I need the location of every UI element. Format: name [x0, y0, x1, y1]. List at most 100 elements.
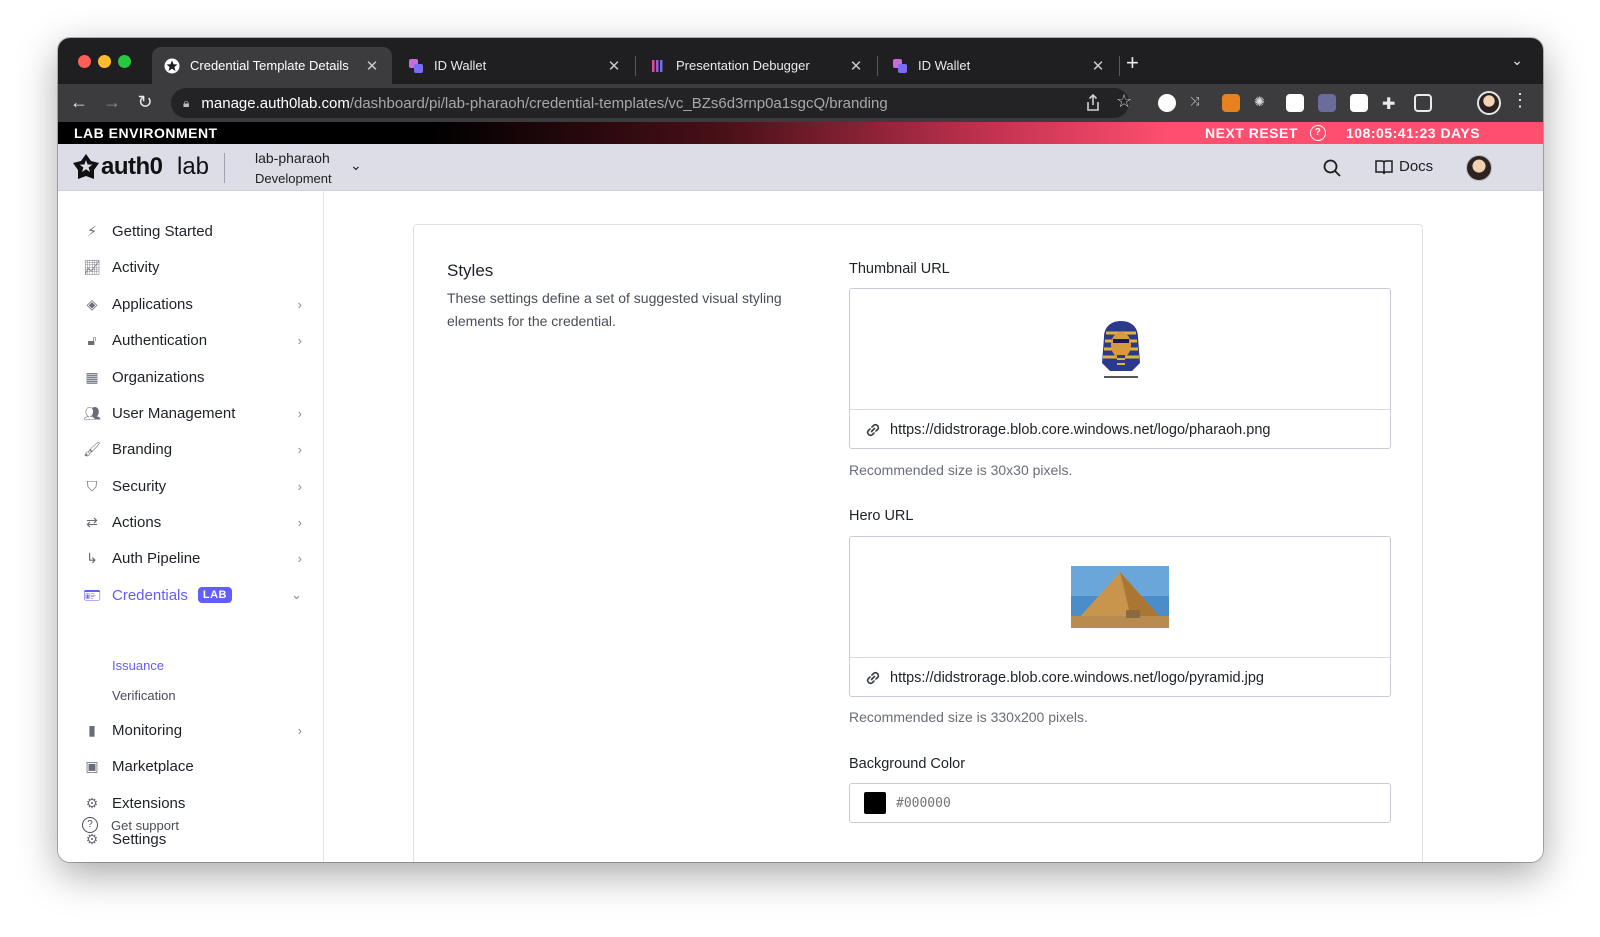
- url-host: manage.auth0lab.com: [201, 94, 350, 112]
- sidebar-item-auth-pipeline[interactable]: ↳ Auth Pipeline ›: [82, 545, 302, 571]
- sidebar-item-organizations[interactable]: ▦ Organizations: [82, 364, 302, 390]
- help-circle-icon: ?: [82, 817, 98, 833]
- sidebar-item-credentials[interactable]: 🪪︎ Credentials LAB ⌄: [82, 582, 302, 608]
- get-support-link[interactable]: ? Get support: [82, 817, 179, 833]
- lock-icon: 🔓︎: [87, 331, 97, 348]
- qr-extension-icon[interactable]: [1286, 94, 1304, 112]
- sidebar-item-applications[interactable]: ◈ Applications ›: [82, 291, 302, 317]
- logo-suffix: lab: [177, 153, 210, 180]
- extension-bug-icon[interactable]: ✺: [1254, 94, 1272, 112]
- header-divider: [224, 153, 225, 183]
- tab-close-icon[interactable]: ✕: [364, 57, 380, 75]
- background-color-input[interactable]: [896, 795, 1296, 811]
- forward-arrow-icon[interactable]: →: [101, 92, 123, 112]
- sidebar-item-marketplace[interactable]: ▣ Marketplace: [82, 753, 302, 779]
- wallet-favicon-icon: [409, 58, 423, 73]
- styles-card: Styles These settings define a set of su…: [413, 224, 1423, 862]
- minimize-window-button[interactable]: [98, 55, 111, 68]
- get-support-label: Get support: [111, 817, 179, 833]
- bookmark-star-icon[interactable]: ☆: [1116, 91, 1132, 112]
- chevron-right-icon: ›: [297, 514, 302, 530]
- link-icon: [866, 423, 880, 437]
- sidebar-subitem-verification[interactable]: Verification: [112, 688, 176, 703]
- chevron-right-icon: ›: [297, 478, 302, 494]
- auth0-logo-icon[interactable]: [72, 153, 100, 181]
- side-panel-icon[interactable]: [1414, 94, 1432, 112]
- tab-credential-template-details[interactable]: Credential Template Details ✕: [152, 47, 392, 84]
- sidebar-item-extensions[interactable]: ⚙︎ Extensions: [82, 790, 302, 816]
- tab-separator: [1119, 56, 1120, 76]
- link-icon: [866, 671, 880, 685]
- search-icon[interactable]: [1322, 158, 1342, 178]
- chevron-right-icon: ›: [297, 405, 302, 421]
- tab-close-icon[interactable]: ✕: [606, 57, 622, 75]
- tab-id-wallet[interactable]: ID Wallet ✕: [396, 47, 634, 84]
- chevron-right-icon: ›: [297, 441, 302, 457]
- user-avatar[interactable]: [1466, 155, 1492, 181]
- docs-link[interactable]: Docs: [1375, 158, 1433, 175]
- extensions-puzzle-icon[interactable]: ✚: [1382, 94, 1400, 113]
- sidebar-item-label: Activity: [112, 258, 160, 276]
- extension-2-icon[interactable]: ⤨: [1190, 94, 1208, 112]
- color-swatch[interactable]: [864, 792, 886, 814]
- thumbnail-preview: [850, 289, 1390, 410]
- activity-chart-icon: 📈︎: [83, 258, 101, 275]
- extension-5-icon[interactable]: [1318, 94, 1336, 112]
- sidebar-item-label: Authentication: [112, 331, 208, 349]
- sidebar-item-monitoring[interactable]: ▮ Monitoring ›: [82, 717, 302, 743]
- address-bar[interactable]: 🔒︎ manage.auth0lab.com/dashboard/pi/lab-…: [171, 88, 1129, 118]
- app-header: auth0 lab lab-pharaoh Development ⌄ Docs: [58, 144, 1543, 191]
- tab-presentation-debugger[interactable]: Presentation Debugger ✕: [638, 47, 876, 84]
- browser-profile-avatar[interactable]: [1477, 91, 1501, 115]
- sidebar-item-security[interactable]: ⛉ Security ›: [82, 473, 302, 499]
- tab-strip: Credential Template Details ✕ ID Wallet …: [58, 38, 1543, 84]
- share-icon[interactable]: [1085, 94, 1101, 112]
- tab-title: ID Wallet: [918, 58, 971, 73]
- section-description: These settings define a set of suggested…: [447, 290, 782, 329]
- extension-6-icon[interactable]: [1350, 94, 1368, 112]
- sidebar-item-activity[interactable]: 📈︎ Activity: [82, 254, 302, 280]
- sidebar-item-user-management[interactable]: 👥︎ User Management ›: [82, 400, 302, 426]
- hero-url-row[interactable]: https://didstrorage.blob.core.windows.ne…: [850, 658, 1390, 696]
- tab-close-icon[interactable]: ✕: [848, 57, 864, 75]
- users-icon: 👥︎: [83, 404, 101, 421]
- sidebar-item-authentication[interactable]: 🔓︎ Authentication ›: [82, 327, 302, 353]
- maximize-window-button[interactable]: [118, 55, 131, 68]
- help-circle-icon[interactable]: ?: [1310, 125, 1326, 141]
- id-card-icon: 🪪︎: [83, 586, 101, 603]
- browser-menu-icon[interactable]: ⋮: [1511, 90, 1529, 111]
- tab-search-chevron-icon[interactable]: ⌄: [1511, 52, 1523, 69]
- chevron-down-icon[interactable]: ⌄: [350, 157, 362, 174]
- thumbnail-field: https://didstrorage.blob.core.windows.ne…: [849, 288, 1391, 449]
- sidebar-item-label: Applications: [112, 295, 193, 313]
- tab-close-icon[interactable]: ✕: [1090, 57, 1106, 75]
- tenant-name[interactable]: lab-pharaoh: [255, 150, 330, 166]
- new-tab-plus-icon[interactable]: +: [1126, 50, 1139, 76]
- hero-url-label: Hero URL: [849, 508, 914, 524]
- chip-icon: ⚙︎: [85, 794, 99, 811]
- sidebar-subitem-issuance[interactable]: Issuance: [112, 658, 164, 673]
- back-arrow-icon[interactable]: ←: [68, 92, 90, 112]
- chevron-right-icon: ›: [297, 722, 302, 738]
- close-window-button[interactable]: [78, 55, 91, 68]
- building-icon: ▦: [85, 368, 99, 385]
- pipeline-icon: ↳: [86, 549, 98, 566]
- sidebar-item-label: Auth Pipeline: [112, 549, 201, 567]
- thumbnail-url-row[interactable]: https://didstrorage.blob.core.windows.ne…: [850, 410, 1390, 448]
- metamask-extension-icon[interactable]: [1222, 94, 1240, 112]
- reload-icon[interactable]: ↻: [134, 92, 156, 112]
- sidebar-item-getting-started[interactable]: ⚡︎ Getting Started: [82, 218, 302, 244]
- tab-id-wallet-2[interactable]: ID Wallet ✕: [880, 47, 1118, 84]
- extension-1-icon[interactable]: [1158, 94, 1176, 112]
- background-color-field[interactable]: [849, 783, 1391, 823]
- hero-preview: [850, 537, 1390, 658]
- sidebar-item-branding[interactable]: 🖌︎ Branding ›: [82, 436, 302, 462]
- flow-icon: ⇄: [86, 513, 98, 530]
- chevron-right-icon: ›: [297, 550, 302, 566]
- tab-title: Credential Template Details: [190, 58, 349, 73]
- hero-url-value: https://didstrorage.blob.core.windows.ne…: [890, 670, 1264, 686]
- chevron-right-icon: ›: [297, 296, 302, 312]
- tenant-environment[interactable]: Development: [255, 171, 332, 186]
- sidebar-item-actions[interactable]: ⇄ Actions ›: [82, 509, 302, 535]
- next-reset-label: NEXT RESET: [1205, 125, 1298, 141]
